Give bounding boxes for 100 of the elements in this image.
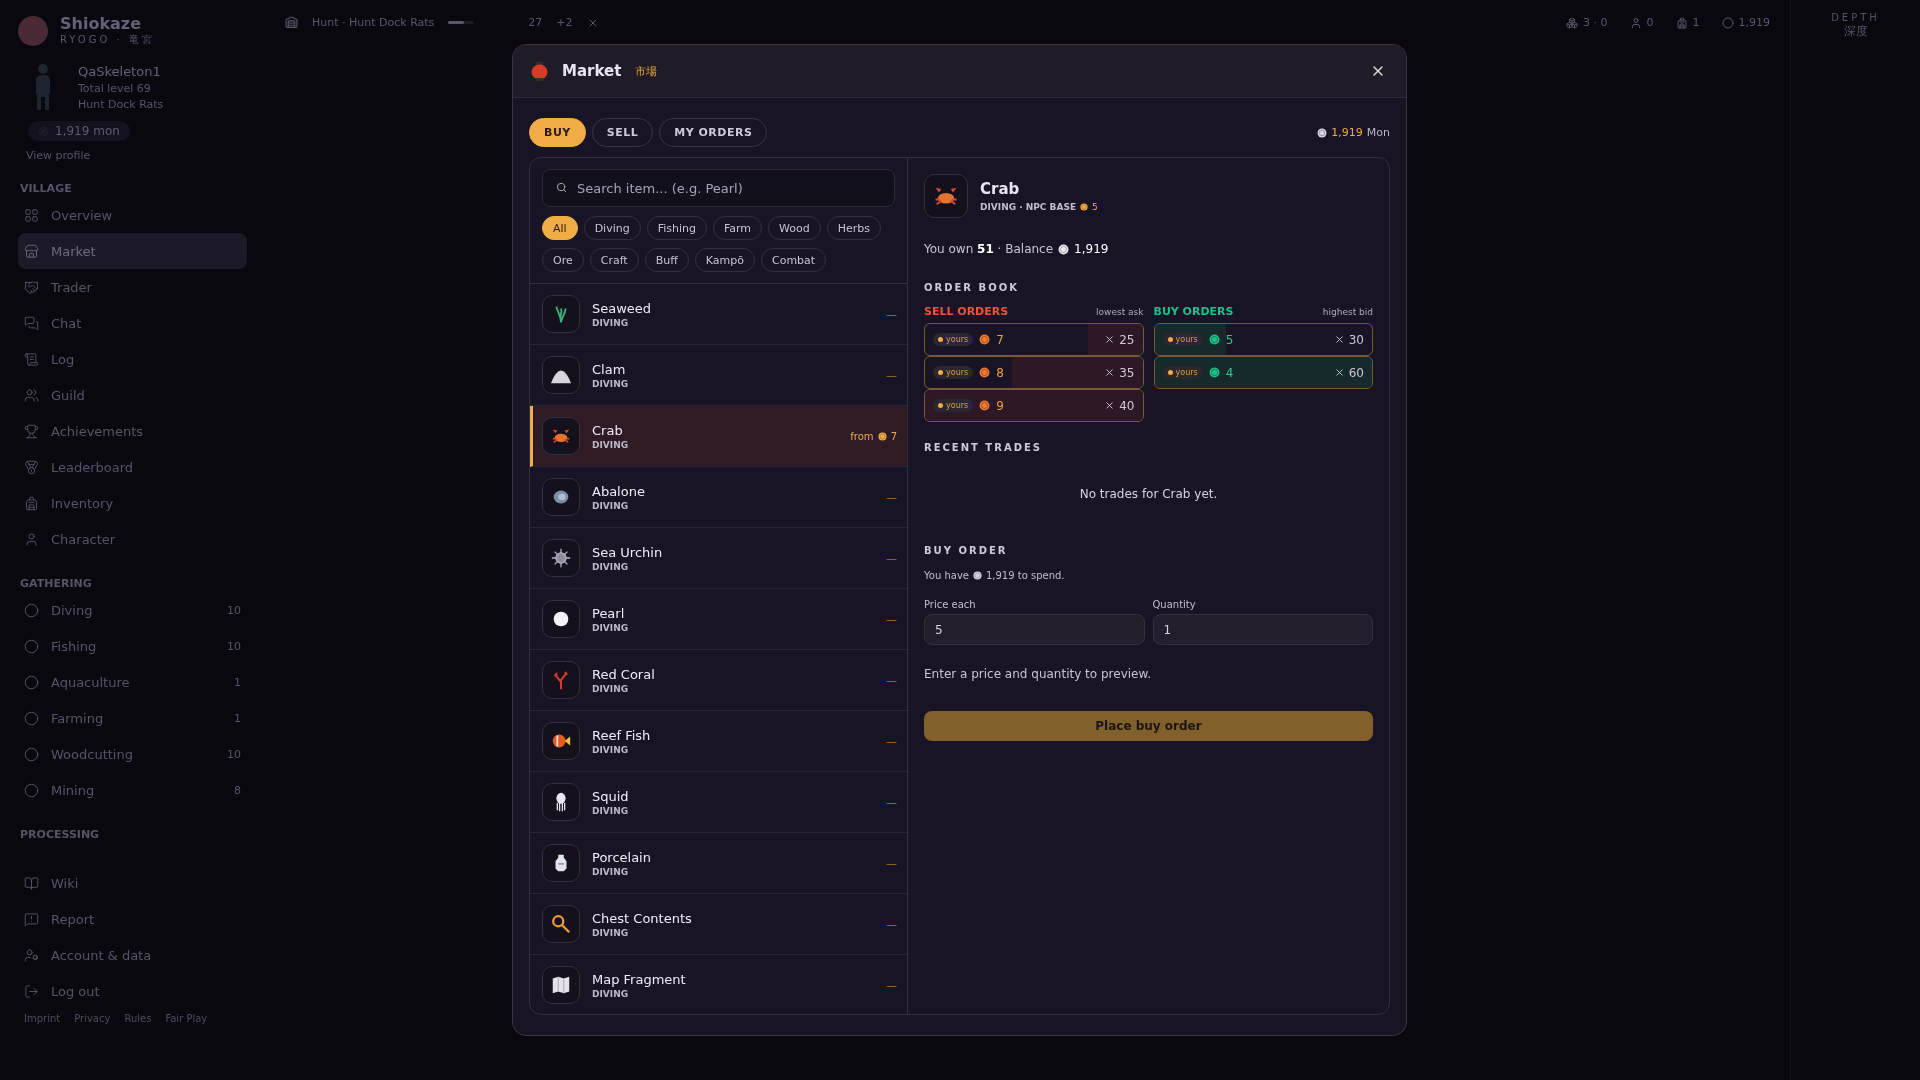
no-price: — xyxy=(886,612,897,626)
order-quantity: 35 xyxy=(1104,365,1135,380)
map-icon xyxy=(550,974,572,996)
base-price: 5 xyxy=(1092,202,1098,212)
times-icon xyxy=(1104,400,1116,411)
task-progress xyxy=(448,21,475,24)
order-row[interactable]: yours 5 30 xyxy=(1153,323,1373,356)
user-settings-icon xyxy=(24,947,39,963)
trophy-icon xyxy=(24,423,39,439)
report-icon xyxy=(24,911,39,927)
coin-icon xyxy=(972,571,982,580)
spend-amount: 1,919 to spend. xyxy=(985,570,1065,581)
coin-icon xyxy=(1058,243,1070,255)
item-category: DIVING xyxy=(592,988,630,999)
order-row[interactable]: yours 7 25 xyxy=(924,323,1144,356)
skill-icon xyxy=(24,782,39,798)
section-heading: BUY ORDER xyxy=(924,545,1009,556)
input-field[interactable]: 5 xyxy=(924,614,1145,645)
coin-icon xyxy=(979,400,991,411)
order-quantity: 25 xyxy=(1104,332,1135,347)
stat-counter: 0 xyxy=(1629,16,1654,29)
field-label: Price each xyxy=(924,599,977,610)
item-row[interactable]: Seaweed DIVING — xyxy=(530,284,907,345)
item-row[interactable]: Crab DIVING from 7 xyxy=(530,406,907,467)
depth-kanji: 深度 xyxy=(1842,23,1869,40)
person-icon xyxy=(24,531,39,547)
field-label: Quantity xyxy=(1152,599,1197,610)
section-heading: GATHERING xyxy=(20,577,93,590)
grid-icon xyxy=(24,207,39,223)
item-row[interactable]: Porcelain DIVING — xyxy=(530,833,907,894)
item-category: DIVING xyxy=(592,317,630,328)
people-icon xyxy=(24,387,39,403)
current-task: Hunt · Hunt Dock Rats xyxy=(312,16,435,29)
shop-icon xyxy=(24,243,39,259)
section-heading: VILLAGE xyxy=(20,182,73,195)
skill-icon xyxy=(24,746,39,762)
magnifier-icon xyxy=(550,913,572,935)
coin-icon xyxy=(979,334,991,345)
medal-icon xyxy=(24,459,39,475)
spend-prefix: You have xyxy=(924,570,969,581)
item-name: Sea Urchin xyxy=(592,544,663,560)
search-field[interactable]: Search item... (e.g. Pearl) xyxy=(542,169,895,207)
times-icon xyxy=(1333,367,1345,378)
item-name: Map Fragment xyxy=(592,971,686,987)
order-row[interactable]: yours 8 35 xyxy=(924,356,1144,389)
logo-icon xyxy=(18,15,48,46)
order-price: 8 xyxy=(996,365,1004,380)
person-icon xyxy=(1629,16,1642,29)
logout-icon xyxy=(24,983,39,999)
lantern-icon xyxy=(531,61,548,81)
coin-icon xyxy=(1208,334,1220,345)
coin-icon xyxy=(1080,203,1089,211)
item-name: Reef Fish xyxy=(592,727,651,743)
yours-badge: yours xyxy=(933,399,974,412)
item-meta: DIVING · NPC BASE xyxy=(980,202,1077,212)
item-row[interactable]: Reef Fish DIVING — xyxy=(530,711,907,772)
yours-badge: yours xyxy=(933,366,974,379)
order-row[interactable]: yours 9 40 xyxy=(924,389,1144,422)
preview-hint: Enter a price and quantity to preview. xyxy=(924,667,1152,681)
backpack-icon xyxy=(1675,16,1688,29)
stat-counter: 3 · 0 xyxy=(1566,16,1608,29)
no-price: — xyxy=(886,307,897,321)
times-icon xyxy=(1104,334,1116,345)
item-category: DIVING xyxy=(592,744,630,755)
order-quantity: 40 xyxy=(1104,398,1135,413)
yours-badge: yours xyxy=(1162,366,1203,379)
section-heading: RECENT TRADES xyxy=(924,442,1043,453)
scroll-icon xyxy=(24,351,39,367)
order-row[interactable]: yours 4 60 xyxy=(1153,356,1373,389)
item-title: Crab xyxy=(980,180,1021,198)
handshake-icon xyxy=(24,279,39,295)
sell-hint: lowest ask xyxy=(1096,307,1144,317)
input-field[interactable]: 1 xyxy=(1152,614,1373,645)
buy-orders-heading: BUY ORDERS xyxy=(1153,305,1234,318)
item-row[interactable]: Pearl DIVING — xyxy=(530,589,907,650)
task-extra: +2 xyxy=(556,16,573,29)
order-quantity: 60 xyxy=(1333,365,1364,380)
player-name: QaSkeleton1 xyxy=(78,63,162,79)
item-row[interactable]: Abalone DIVING — xyxy=(530,467,907,528)
item-category: DIVING xyxy=(592,561,630,572)
order-quantity: 30 xyxy=(1333,332,1364,347)
item-row[interactable]: Chest Contents DIVING — xyxy=(530,894,907,955)
coin-icon xyxy=(877,431,887,441)
current-activity: Hunt Dock Rats xyxy=(78,97,164,111)
stat-counter: 1,919 xyxy=(1721,16,1770,29)
brand-subtitle: RYOGO · 竜宮 xyxy=(60,33,155,47)
filter-chip[interactable]: All xyxy=(542,216,578,240)
balance-value: 1,919 xyxy=(1074,242,1109,256)
item-row[interactable]: Squid DIVING — xyxy=(530,772,907,833)
coin-icon xyxy=(979,367,991,378)
skill-level: 8 xyxy=(234,783,241,797)
times-icon xyxy=(1104,367,1116,378)
item-row[interactable]: Sea Urchin DIVING — xyxy=(530,528,907,589)
urchin-icon xyxy=(550,547,572,569)
item-row[interactable]: Map Fragment DIVING — xyxy=(530,955,907,1014)
section-heading: ORDER BOOK xyxy=(924,282,1020,293)
market-tab[interactable]: BUY xyxy=(529,118,586,147)
item-name: Seaweed xyxy=(592,300,652,316)
item-row[interactable]: Red Coral DIVING — xyxy=(530,650,907,711)
item-category: DIVING xyxy=(592,683,630,694)
